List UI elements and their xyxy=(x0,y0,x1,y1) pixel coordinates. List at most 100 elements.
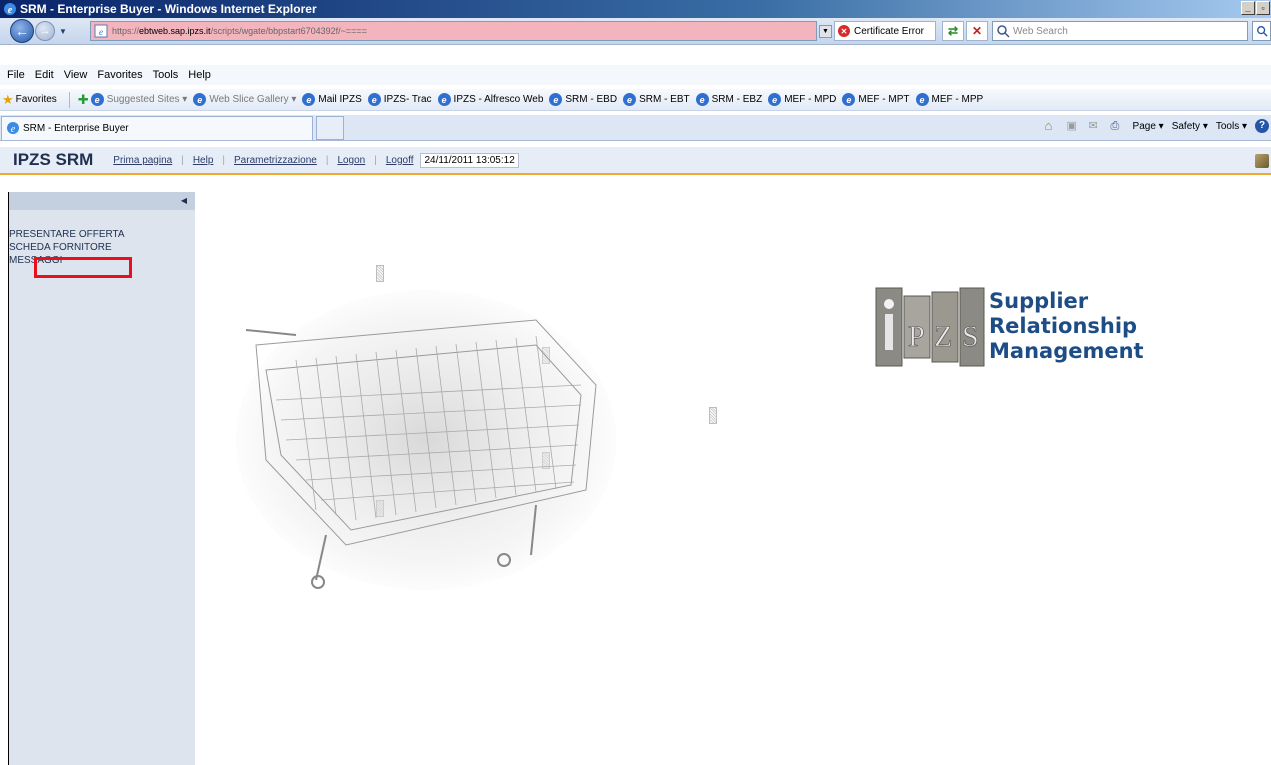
menu-edit[interactable]: Edit xyxy=(35,69,54,81)
search-input[interactable]: Web Search xyxy=(992,21,1248,41)
search-icon xyxy=(1256,26,1268,37)
favorites-separator xyxy=(68,91,70,108)
logo-line-supplier: Supplier xyxy=(989,289,1089,313)
safety-menu[interactable]: Safety ▾ xyxy=(1172,121,1208,132)
url-prefix: https:// xyxy=(112,26,140,36)
tab-label: SRM - Enterprise Buyer xyxy=(23,122,129,134)
ie-page-icon: e xyxy=(768,93,782,106)
refresh-button[interactable]: ⇄ xyxy=(942,21,964,41)
address-input[interactable]: e https://ebtweb.sap.ipzs.it/scripts/wga… xyxy=(90,21,817,41)
svg-text:e: e xyxy=(8,5,13,16)
header-separator: | xyxy=(325,154,329,166)
fav-label: IPZS- Trac xyxy=(383,94,432,105)
datetime-display: 24/11/2011 13:05:12 xyxy=(420,152,519,168)
restore-button[interactable]: ▫ xyxy=(1256,1,1270,15)
fav-label: Web Slice Gallery ▾ xyxy=(209,94,297,105)
menu-view[interactable]: View xyxy=(64,69,88,81)
menu-file[interactable]: File xyxy=(7,69,25,81)
fav-mef-mpt[interactable]: e MEF - MPT xyxy=(842,93,910,106)
fav-ipzs-trac[interactable]: e IPZS- Trac xyxy=(367,93,432,106)
messaggi-highlight-box xyxy=(34,257,132,278)
fav-label: Mail IPZS xyxy=(318,94,362,105)
tab-srm-enterprise-buyer[interactable]: e SRM - Enterprise Buyer xyxy=(1,115,313,140)
address-dropdown-button[interactable]: ▼ xyxy=(819,25,832,38)
home-icon[interactable]: ⌂ xyxy=(1045,119,1059,133)
fav-srm-ebt[interactable]: e SRM - EBT xyxy=(623,93,690,106)
svg-text:Z: Z xyxy=(934,320,952,353)
image-placeholder xyxy=(709,407,717,424)
ie-page-icon: e xyxy=(302,93,316,106)
forward-button[interactable]: → xyxy=(35,21,55,41)
command-bar: ⌂ ▣ ✉ ⎙ Page ▾ Safety ▾ Tools ▾ ? xyxy=(1045,119,1269,133)
forward-arrow-icon: → xyxy=(39,25,51,37)
menu-help[interactable]: Help xyxy=(188,69,211,81)
ie-page-icon: e xyxy=(90,93,104,106)
menu-tools[interactable]: Tools xyxy=(153,69,179,81)
mail-icon[interactable]: ✉ xyxy=(1089,119,1103,133)
ie-page-icon: e xyxy=(437,93,451,106)
url-host: ebtweb.sap.ipzs.it xyxy=(139,26,211,36)
recent-pages-dropdown-icon[interactable]: ▼ xyxy=(59,27,67,36)
back-button[interactable]: ← xyxy=(10,19,34,43)
nav-item-presentare-offerta[interactable]: PRESENTARE OFFERTA xyxy=(9,228,195,241)
new-tab-button[interactable] xyxy=(316,115,344,140)
certificate-error-icon: ✕ xyxy=(838,25,850,37)
svg-text:e: e xyxy=(99,27,103,37)
favorites-bar: ★ Favorites ✚ e Suggested Sites ▾ e Web Sl… xyxy=(0,89,1271,111)
search-placeholder: Web Search xyxy=(1013,25,1068,37)
fav-ipzs-alfresco[interactable]: e IPZS - Alfresco Web xyxy=(437,93,543,106)
menu-favorites[interactable]: Favorites xyxy=(97,69,142,81)
fav-srm-ebd[interactable]: e SRM - EBD xyxy=(549,93,617,106)
nav-collapse-bar[interactable]: ◀ xyxy=(9,192,195,210)
fav-label: MEF - MPP xyxy=(931,94,984,105)
logo-text: Supplier Relationship Management xyxy=(989,289,1144,364)
page-menu[interactable]: Page ▾ xyxy=(1133,121,1164,132)
back-arrow-icon: ← xyxy=(15,23,29,39)
search-button[interactable] xyxy=(1252,21,1271,41)
favorites-star-icon: ★ xyxy=(2,91,14,107)
svg-text:P: P xyxy=(908,320,925,353)
menu-bar: File Edit View Favorites Tools Help xyxy=(0,65,1271,85)
image-placeholder xyxy=(376,265,384,282)
certificate-error-button[interactable]: ✕ Certificate Error xyxy=(834,21,936,41)
fav-web-slice-gallery[interactable]: e Web Slice Gallery ▾ xyxy=(193,93,296,106)
logo-line-management: Management xyxy=(989,339,1144,363)
fav-label: SRM - EBD xyxy=(565,94,618,105)
link-prima-pagina[interactable]: Prima pagina xyxy=(113,155,172,166)
ie-page-icon: e xyxy=(367,93,381,106)
address-toolbar: ← → ▼ e https://ebtweb.sap.ipzs.it/scrip… xyxy=(0,18,1271,45)
fav-mef-mpd[interactable]: e MEF - MPD xyxy=(768,93,836,106)
fav-mail-ipzs[interactable]: e Mail IPZS xyxy=(302,93,362,106)
link-parametrizzazione[interactable]: Parametrizzazione xyxy=(234,155,317,166)
print-icon[interactable]: ⎙ xyxy=(1111,119,1125,133)
stop-icon: ✕ xyxy=(971,24,983,38)
add-favorite-icon[interactable]: ✚ xyxy=(78,92,89,108)
refresh-icon: ⇄ xyxy=(947,24,959,38)
collapse-arrow-icon[interactable]: ◀ xyxy=(181,196,187,205)
tools-menu[interactable]: Tools ▾ xyxy=(1216,121,1247,132)
window-title: SRM - Enterprise Buyer - Windows Interne… xyxy=(20,2,317,16)
svg-text:S: S xyxy=(962,320,979,353)
fav-suggested-sites[interactable]: e Suggested Sites ▾ xyxy=(90,93,187,106)
help-icon[interactable]: ? xyxy=(1255,119,1269,133)
fav-mef-mpp[interactable]: e MEF - MPP xyxy=(915,93,984,106)
fav-label: MEF - MPT xyxy=(858,94,910,105)
feeds-icon[interactable]: ▣ xyxy=(1067,119,1081,133)
fav-srm-ebz[interactable]: e SRM - EBZ xyxy=(695,93,762,106)
sap-corner-icon xyxy=(1255,154,1269,168)
ie-page-icon: e xyxy=(915,93,929,106)
page-icon: e xyxy=(94,24,108,38)
link-logoff[interactable]: Logoff xyxy=(386,155,414,166)
svg-text:e: e xyxy=(11,124,16,135)
favorites-button[interactable]: ★ Favorites xyxy=(0,92,57,108)
stop-button[interactable]: ✕ xyxy=(966,21,988,41)
srm-header: IPZS SRM Prima pagina | Help | Parametri… xyxy=(0,147,1271,175)
tab-row: e SRM - Enterprise Buyer ⌂ ▣ ✉ ⎙ Page ▾ … xyxy=(0,115,1271,141)
link-logon[interactable]: Logon xyxy=(337,155,365,166)
minimize-button[interactable]: _ xyxy=(1241,1,1255,15)
nav-item-scheda-fornitore[interactable]: SCHEDA FORNITORE xyxy=(9,241,195,254)
link-help[interactable]: Help xyxy=(193,155,214,166)
ie-page-icon: e xyxy=(842,93,856,106)
certificate-error-label: Certificate Error xyxy=(854,25,925,37)
ipzs-logo-icon: P Z S xyxy=(875,287,985,367)
